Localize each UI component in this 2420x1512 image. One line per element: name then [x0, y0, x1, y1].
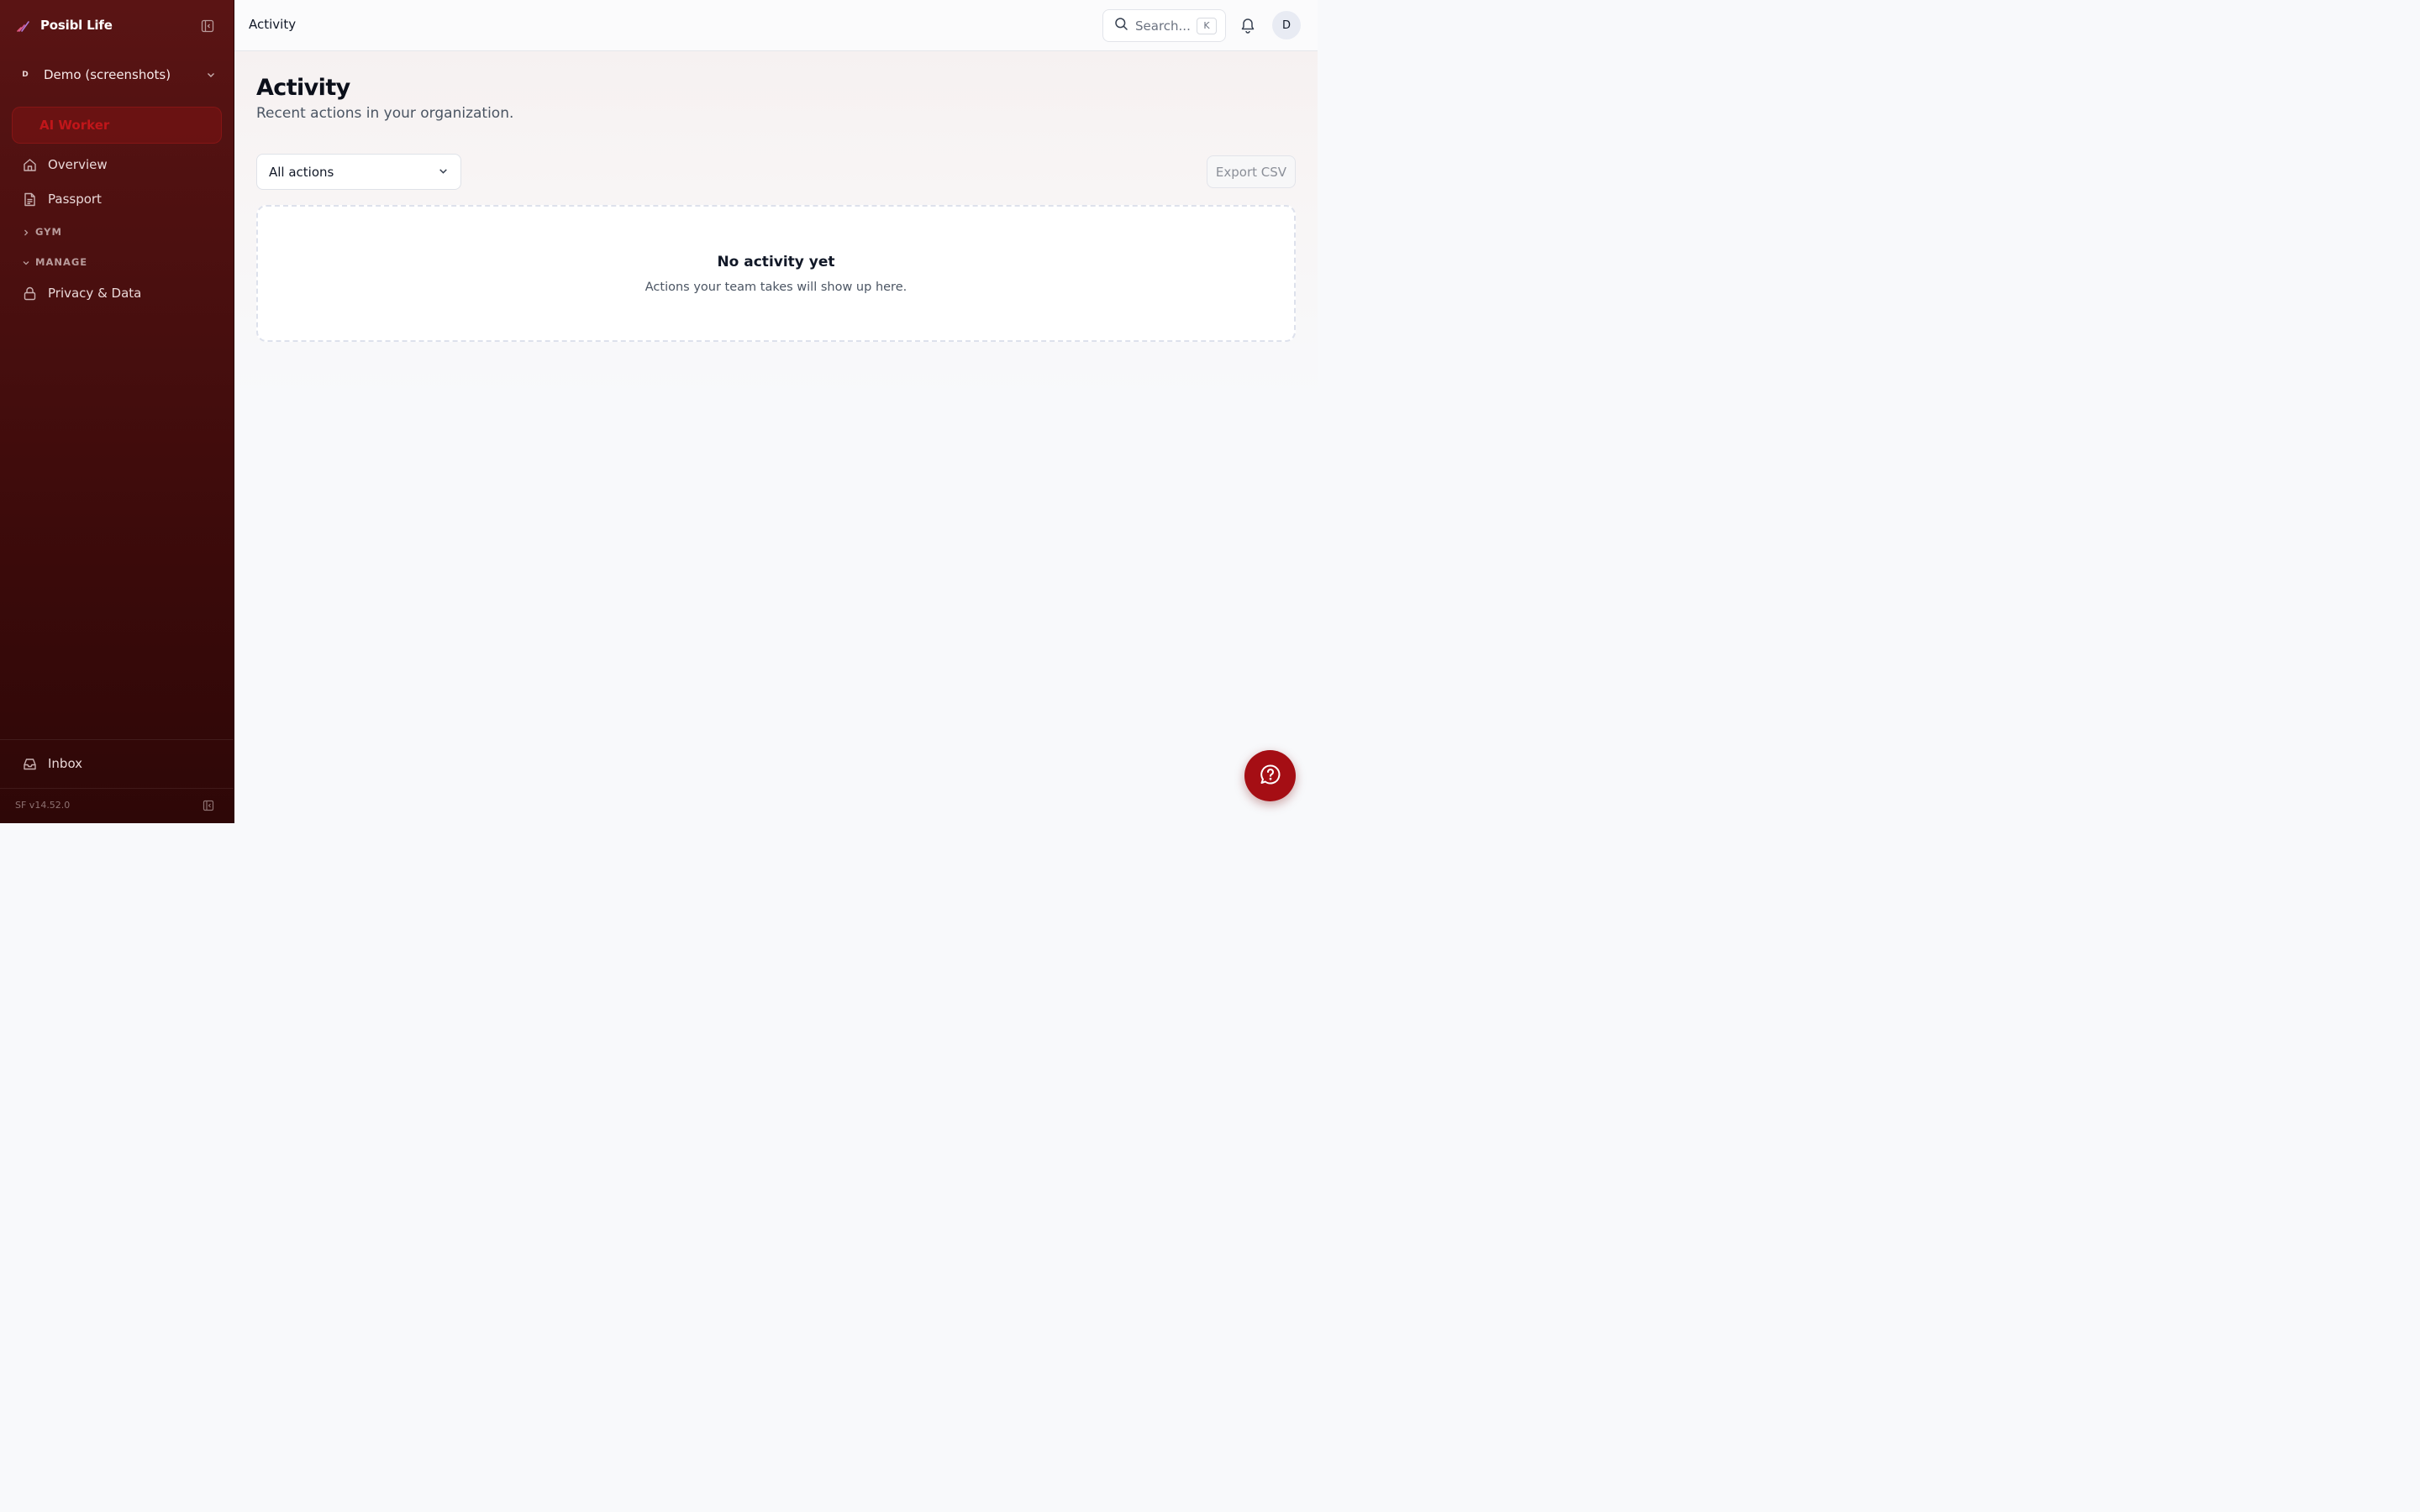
section-label: MANAGE: [35, 256, 88, 268]
sidebar-item-label: Inbox: [48, 756, 83, 771]
sidebar-divider: [0, 739, 234, 740]
brand-name: Posibl Life: [40, 18, 113, 33]
user-avatar[interactable]: D: [1272, 11, 1301, 39]
sidebar-divider: [0, 788, 234, 789]
org-name: Demo (screenshots): [44, 67, 171, 82]
sidebar: Posibl Life D Demo (screenshots) AI Work…: [0, 0, 234, 823]
search-icon: [1114, 17, 1128, 34]
search-input[interactable]: Search... K: [1102, 9, 1226, 42]
page-subtitle: Recent actions in your organization.: [256, 105, 514, 122]
sidebar-collapse-icon[interactable]: [199, 18, 216, 34]
empty-state-title: No activity yet: [717, 254, 835, 270]
empty-state-card: No activity yet Actions your team takes …: [256, 205, 1296, 342]
version-label: SF v14.52.0: [15, 800, 71, 811]
sidebar-item-label: Privacy & Data: [48, 286, 142, 301]
org-switcher[interactable]: D Demo (screenshots): [12, 60, 224, 90]
chevron-down-icon: [205, 69, 217, 81]
sidebar-item-overview[interactable]: Overview: [12, 149, 222, 181]
search-placeholder: Search...: [1135, 18, 1191, 34]
chevron-down-icon: [438, 164, 449, 180]
main-content: Activity Recent actions in your organiza…: [234, 51, 1318, 823]
chevron-down-icon: [22, 255, 30, 270]
home-icon: [22, 157, 37, 172]
help-chat-button[interactable]: [1244, 750, 1296, 801]
page-title: Activity: [256, 75, 350, 101]
section-manage[interactable]: MANAGE: [22, 255, 87, 270]
chat-help-icon: [1259, 763, 1282, 790]
empty-state-description: Actions your team takes will show up her…: [644, 281, 908, 294]
inbox-icon: [22, 756, 37, 771]
breadcrumb: Activity: [249, 17, 297, 32]
keyboard-shortcut-badge: K: [1197, 17, 1217, 34]
org-avatar: D: [22, 71, 29, 79]
section-gym[interactable]: GYM: [22, 224, 62, 239]
document-icon: [22, 192, 37, 207]
chevron-right-icon: [22, 224, 30, 240]
action-filter-select[interactable]: All actions: [256, 154, 461, 190]
brand[interactable]: Posibl Life: [15, 15, 113, 35]
export-csv-button[interactable]: Export CSV: [1207, 155, 1296, 188]
ai-worker-button[interactable]: AI Worker: [12, 107, 222, 144]
topbar: Activity Search... K D: [234, 0, 1318, 51]
lock-icon: [22, 286, 37, 301]
filter-selected-value: All actions: [269, 164, 334, 180]
brand-logo-icon: [15, 17, 32, 34]
sidebar-item-label: Overview: [48, 157, 108, 172]
ai-worker-label: AI Worker: [39, 118, 110, 133]
sidebar-item-label: Passport: [48, 192, 102, 207]
sidebar-item-inbox[interactable]: Inbox: [12, 748, 222, 780]
sidebar-item-passport[interactable]: Passport: [12, 183, 222, 215]
bell-icon[interactable]: [1239, 16, 1257, 34]
sidebar-collapse-icon[interactable]: [202, 799, 215, 812]
sidebar-item-privacy-data[interactable]: Privacy & Data: [12, 277, 222, 309]
section-label: GYM: [35, 226, 62, 238]
